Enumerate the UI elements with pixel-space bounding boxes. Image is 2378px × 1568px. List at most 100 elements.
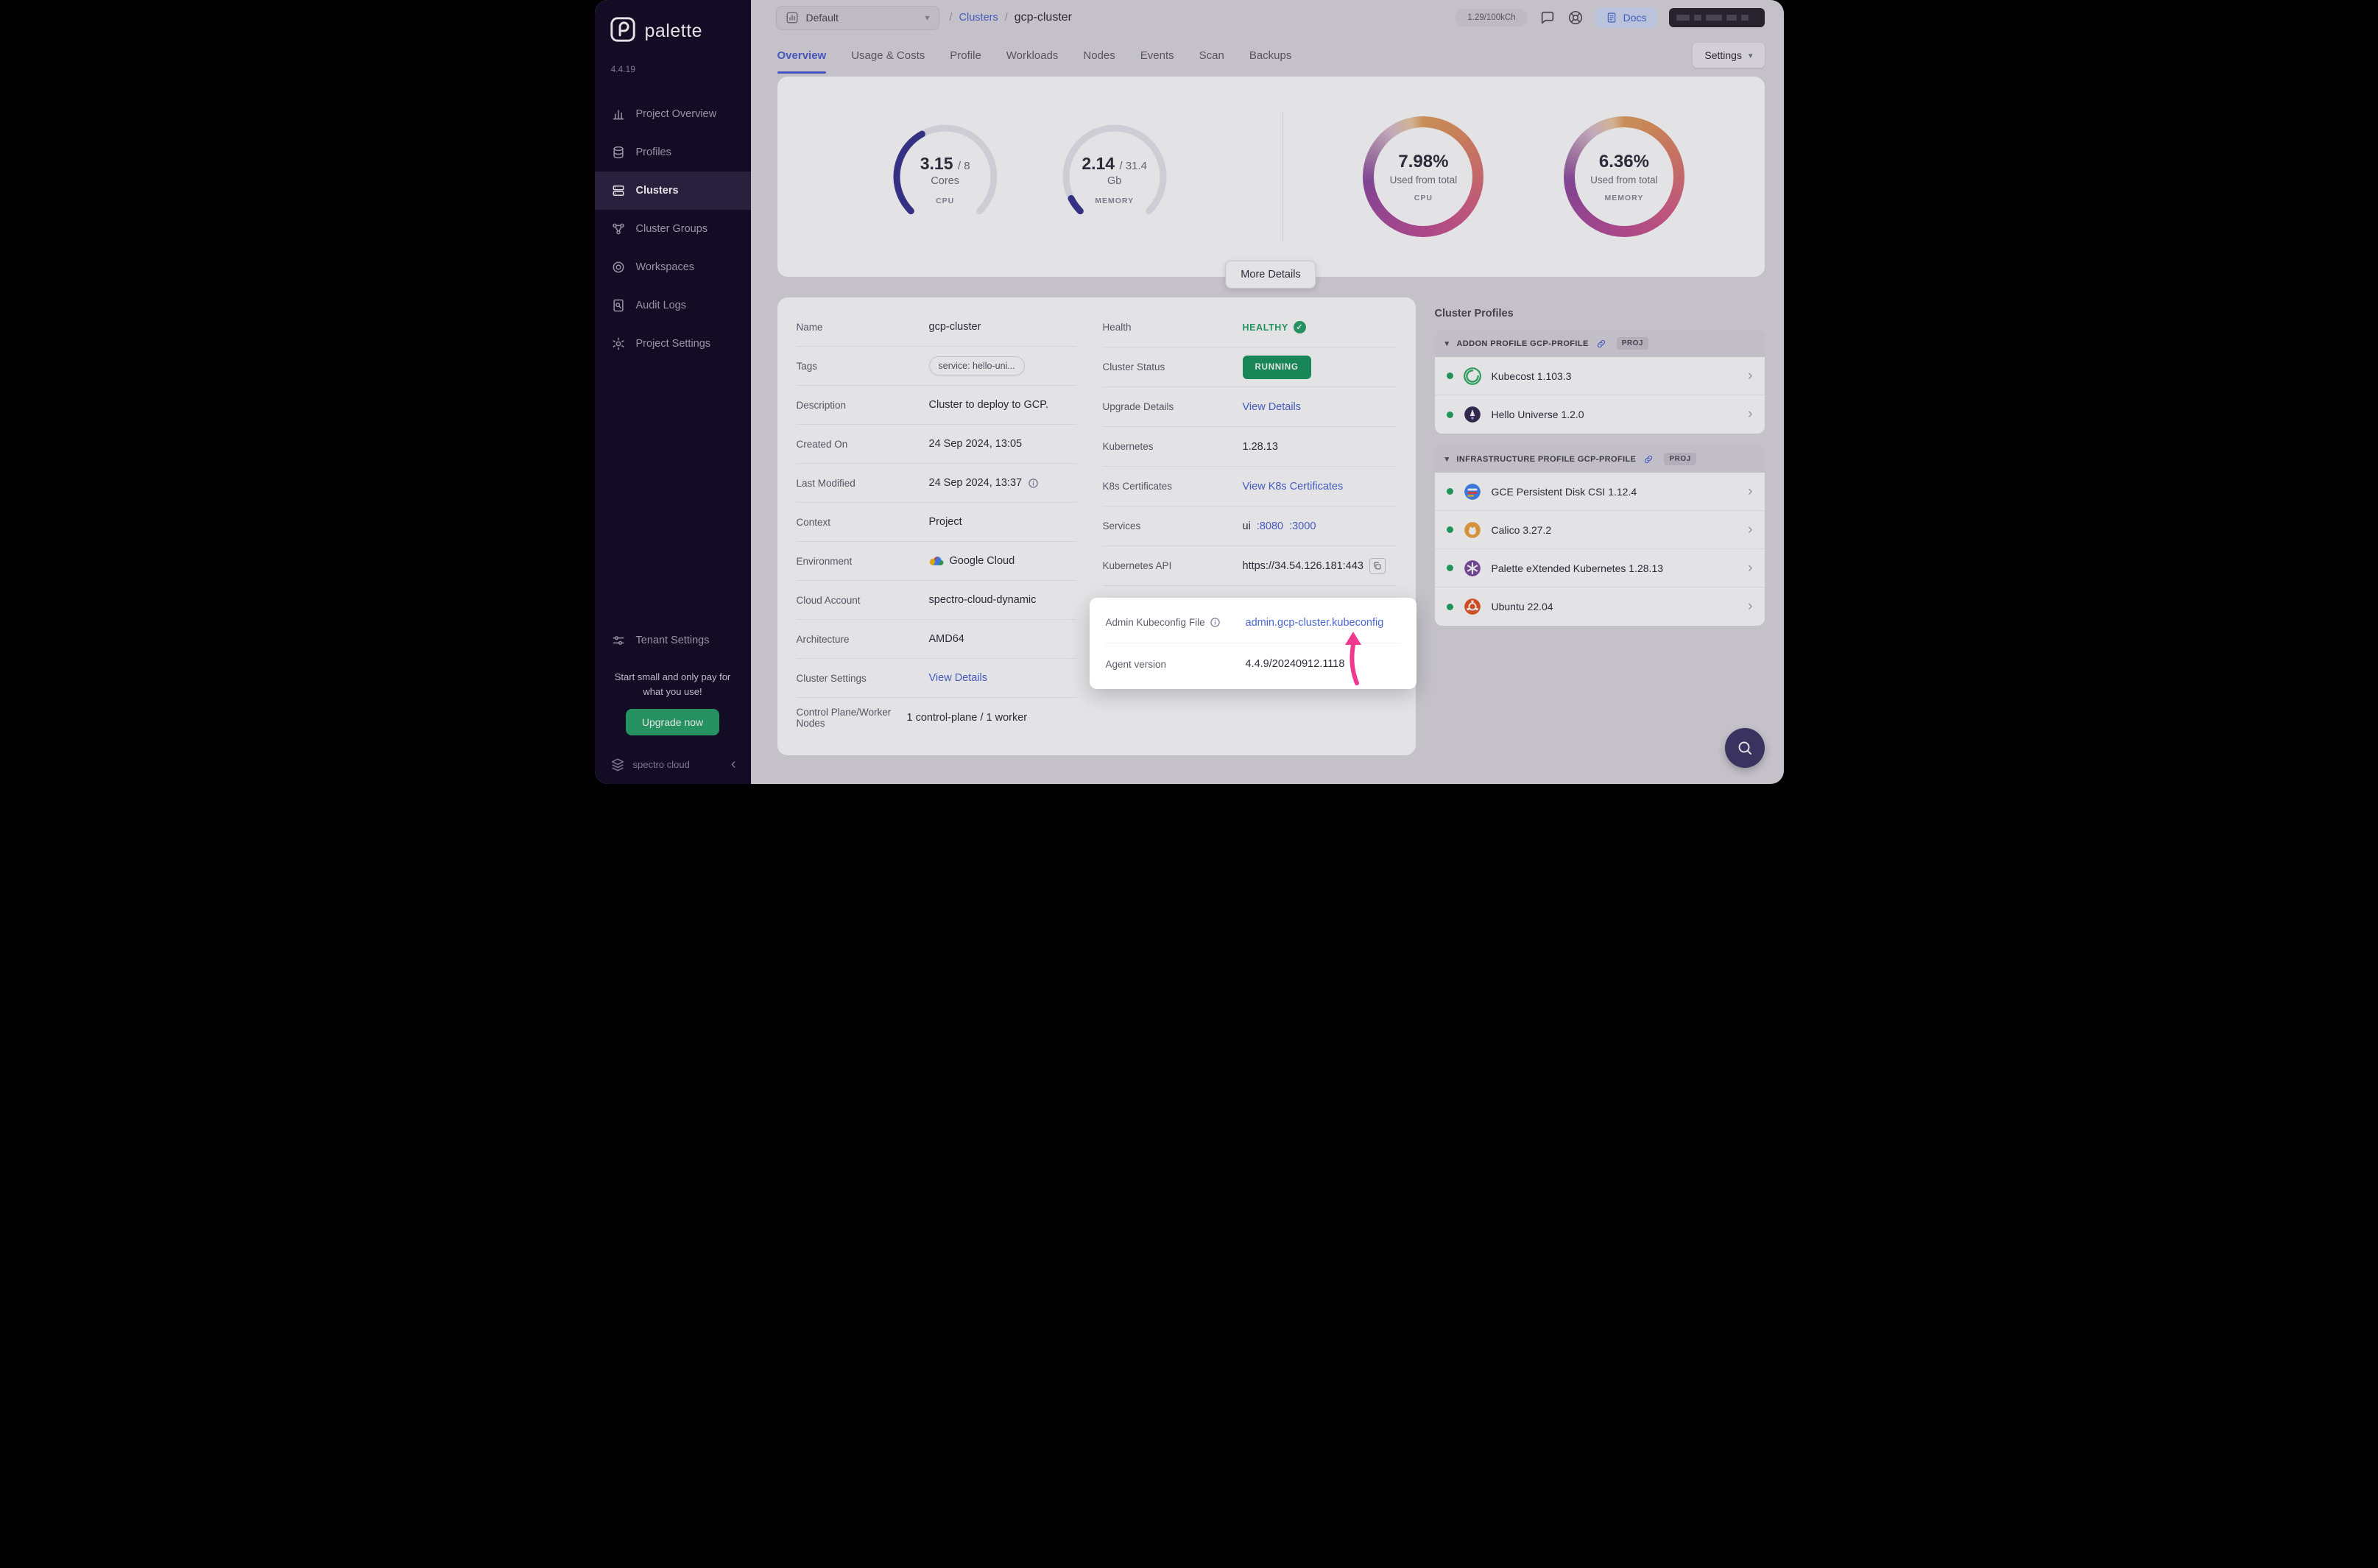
- sidebar-item-profiles[interactable]: Profiles: [595, 133, 751, 172]
- link-chain-icon: [1643, 454, 1654, 465]
- addon-profile-header[interactable]: ▾ ADDON PROFILE GCP-PROFILE PROJ: [1435, 330, 1765, 357]
- chevron-right-icon: ›: [1748, 560, 1752, 576]
- detail-row-nodes: Control Plane/Worker Nodes 1 control-pla…: [797, 698, 1076, 737]
- memory-usage-donut: 6.36% Used from total MEMORY: [1564, 116, 1684, 237]
- user-menu-redacted[interactable]: [1669, 8, 1765, 27]
- app-window: palette 4.4.19 Project Overview Profiles…: [595, 0, 1784, 784]
- cpu-gauge: 3.15 / 8 Cores CPU: [890, 121, 1001, 232]
- audit-doc-icon: [611, 298, 626, 313]
- profile-item-gce-csi[interactable]: GCE Persistent Disk CSI 1.12.4 ›: [1435, 473, 1765, 511]
- upgrade-view-details-link[interactable]: View Details: [1243, 401, 1302, 413]
- hello-universe-icon: [1463, 405, 1482, 424]
- usage-donuts-group: 7.98% Used from total CPU 6.36% Used fro…: [1283, 116, 1765, 237]
- tab-scan[interactable]: Scan: [1199, 38, 1224, 74]
- profile-item-ubuntu[interactable]: Ubuntu 22.04 ›: [1435, 587, 1765, 626]
- row-label: Created On: [797, 439, 929, 450]
- tab-workloads[interactable]: Workloads: [1006, 38, 1059, 74]
- profile-item-hello-universe[interactable]: Hello Universe 1.2.0 ›: [1435, 395, 1765, 434]
- sidebar-item-project-settings[interactable]: Project Settings: [595, 325, 751, 363]
- cluster-profiles-title: Cluster Profiles: [1435, 308, 1765, 319]
- copy-icon[interactable]: [1369, 558, 1386, 574]
- upgrade-now-button[interactable]: Upgrade now: [626, 709, 719, 735]
- breadcrumb-clusters-link[interactable]: Clusters: [959, 12, 998, 24]
- tag-chip[interactable]: service: hello-uni...: [929, 356, 1025, 375]
- row-label: Description: [797, 400, 929, 411]
- tab-events[interactable]: Events: [1140, 38, 1174, 74]
- cpu-used-value: 3.15: [920, 154, 953, 173]
- row-label: Control Plane/Worker Nodes: [797, 707, 907, 729]
- info-icon[interactable]: [1028, 478, 1039, 489]
- status-row-cluster-status: Cluster Status RUNNING: [1103, 347, 1397, 387]
- book-icon: [1606, 12, 1617, 24]
- status-dot-green: [1447, 412, 1453, 418]
- profile-item-calico[interactable]: Calico 3.27.2 ›: [1435, 511, 1765, 549]
- sidebar-nav: Project Overview Profiles Clusters Clust…: [595, 95, 751, 363]
- memory-gauge-text: 2.14 / 31.4 Gb MEMORY: [1059, 121, 1170, 232]
- row-label: Services: [1103, 520, 1243, 532]
- more-details-button[interactable]: More Details: [1225, 261, 1316, 289]
- row-label: Health: [1103, 322, 1243, 333]
- cluster-settings-view-details-link[interactable]: View Details: [929, 672, 988, 684]
- tab-backups[interactable]: Backups: [1249, 38, 1292, 74]
- service-port-8080-link[interactable]: :8080: [1257, 520, 1283, 532]
- help-buoy-icon[interactable]: [1567, 10, 1584, 26]
- tab-profile[interactable]: Profile: [950, 38, 981, 74]
- tab-overview[interactable]: Overview: [777, 38, 827, 74]
- status-row-certificates: K8s Certificates View K8s Certificates: [1103, 467, 1397, 506]
- infrastructure-profile-header-label: INFRASTRUCTURE PROFILE GCP-PROFILE: [1456, 455, 1636, 464]
- chevron-down-icon: ▾: [1749, 51, 1753, 60]
- environment-value: Google Cloud: [950, 555, 1015, 567]
- redacted-dash: [1741, 15, 1749, 21]
- sidebar: palette 4.4.19 Project Overview Profiles…: [595, 0, 751, 784]
- search-fab-button[interactable]: [1725, 728, 1765, 768]
- cpu-usage-donut: 7.98% Used from total CPU: [1363, 116, 1483, 237]
- detail-row-context: Context Project: [797, 503, 1076, 542]
- memory-usage-caption: Used from total: [1590, 174, 1658, 186]
- redacted-dash: [1706, 15, 1722, 21]
- details-left-column: Name gcp-cluster Tags service: hello-uni…: [797, 308, 1076, 742]
- target-icon: [611, 260, 626, 275]
- chevron-down-icon: ▾: [1445, 454, 1450, 464]
- palette-logo-icon: [610, 16, 636, 46]
- agent-version-label: Agent version: [1106, 659, 1246, 670]
- sidebar-item-label: Project Settings: [636, 338, 711, 350]
- sidebar-item-project-overview[interactable]: Project Overview: [595, 95, 751, 133]
- chat-bubble-icon[interactable]: [1539, 10, 1556, 26]
- kubeconfig-label: Admin Kubeconfig File: [1106, 617, 1205, 628]
- row-label: Kubernetes: [1103, 441, 1243, 452]
- status-dot-green: [1447, 488, 1453, 495]
- calico-icon: [1463, 520, 1482, 540]
- sliders-icon: [611, 633, 626, 648]
- tab-nodes[interactable]: Nodes: [1083, 38, 1115, 74]
- memory-total-value: / 31.4: [1119, 160, 1147, 172]
- nodes-value: 1 control-plane / 1 worker: [907, 712, 1028, 724]
- admin-kubeconfig-download-link[interactable]: admin.gcp-cluster.kubeconfig: [1246, 617, 1384, 629]
- redacted-dash: [1694, 15, 1701, 21]
- sidebar-item-tenant-settings[interactable]: Tenant Settings: [595, 621, 751, 660]
- project-selector[interactable]: Default ▾: [776, 6, 939, 30]
- cloud-account-value: spectro-cloud-dynamic: [929, 594, 1037, 606]
- top-bar-right: 1.29/100kCh Docs: [1456, 7, 1764, 28]
- brand-label: spectro cloud: [633, 759, 690, 770]
- memory-gauge: 2.14 / 31.4 Gb MEMORY: [1059, 121, 1170, 232]
- info-icon[interactable]: [1210, 617, 1221, 628]
- infrastructure-profile-header[interactable]: ▾ INFRASTRUCTURE PROFILE GCP-PROFILE PRO…: [1435, 445, 1765, 473]
- profile-item-palette-extended-k8s[interactable]: Palette eXtended Kubernetes 1.28.13 ›: [1435, 549, 1765, 587]
- sidebar-item-cluster-groups[interactable]: Cluster Groups: [595, 210, 751, 248]
- description-value: Cluster to deploy to GCP.: [929, 399, 1049, 411]
- sidebar-item-audit-logs[interactable]: Audit Logs: [595, 286, 751, 325]
- view-k8s-certificates-link[interactable]: View K8s Certificates: [1243, 481, 1344, 492]
- collapse-sidebar-icon[interactable]: ‹: [731, 757, 736, 771]
- tabs-row: Overview Usage & Costs Profile Workloads…: [751, 35, 1784, 75]
- sidebar-item-clusters[interactable]: Clusters: [595, 172, 751, 210]
- docs-button[interactable]: Docs: [1595, 7, 1657, 28]
- cpu-usage-percent: 7.98%: [1398, 152, 1448, 172]
- profile-item-kubecost[interactable]: Kubecost 1.103.3 ›: [1435, 357, 1765, 395]
- settings-button-label: Settings: [1704, 49, 1742, 61]
- tab-usage-costs[interactable]: Usage & Costs: [851, 38, 925, 74]
- settings-button[interactable]: Settings ▾: [1693, 43, 1764, 68]
- row-label: Kubernetes API: [1103, 560, 1243, 571]
- sidebar-item-workspaces[interactable]: Workspaces: [595, 248, 751, 286]
- service-port-3000-link[interactable]: :3000: [1289, 520, 1316, 532]
- google-cloud-icon: [929, 556, 944, 566]
